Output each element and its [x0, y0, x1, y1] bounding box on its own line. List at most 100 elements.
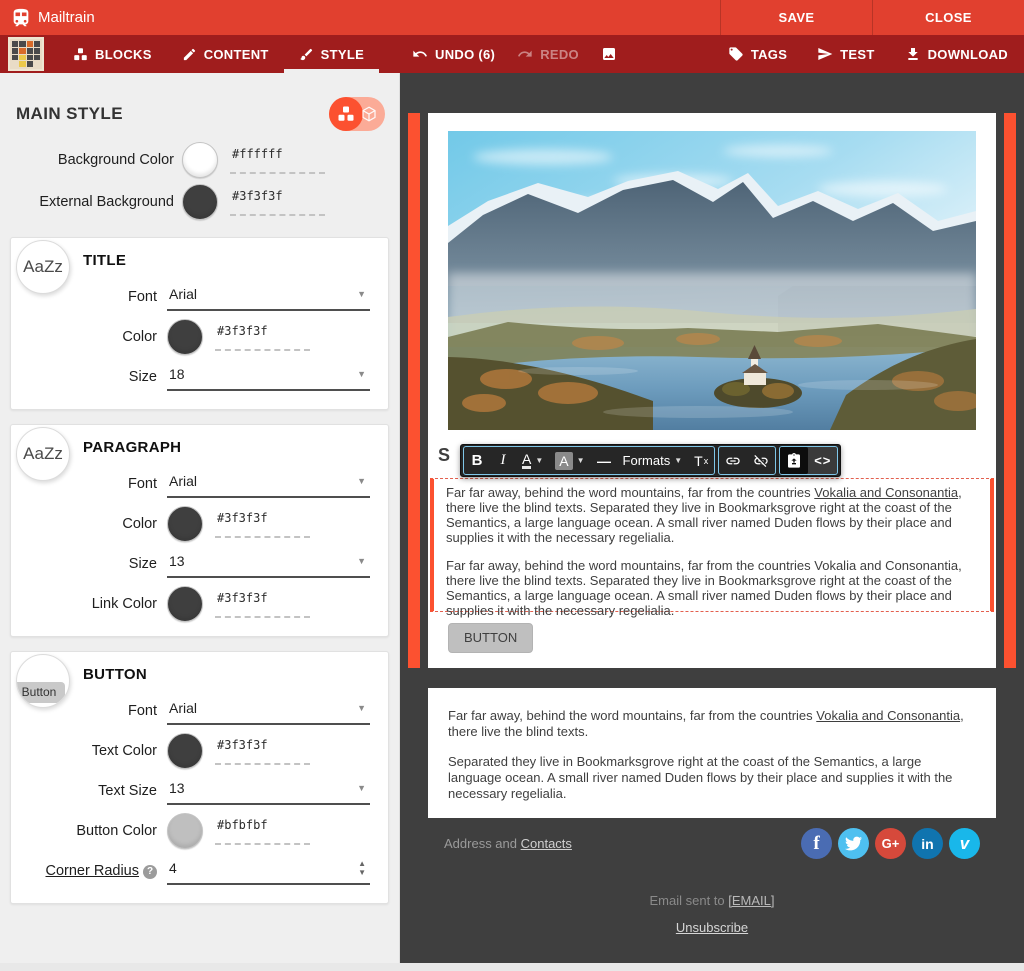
insert-link-button[interactable] [719, 447, 747, 474]
close-button[interactable]: CLOSE [872, 0, 1024, 35]
button-color-swatch[interactable] [167, 813, 203, 849]
email-token-link[interactable]: [EMAIL] [728, 893, 774, 908]
undo-button[interactable]: UNDO (6) [412, 46, 495, 62]
chevron-down-icon: ▼ [357, 476, 366, 486]
download-button[interactable]: DOWNLOAD [905, 46, 1008, 62]
chevron-down-icon[interactable]: ▼ [535, 456, 543, 465]
cube-icon[interactable] [360, 105, 378, 123]
text-color-button[interactable]: A▼ [516, 447, 549, 474]
title-size-select[interactable]: 18▼ [167, 364, 370, 391]
title-color-swatch[interactable] [167, 319, 203, 355]
edit-toolbar: BLOCKS CONTENT STYLE UNDO (6) REDO [0, 35, 1024, 73]
button-color-hex-input[interactable]: #bfbfbf [215, 818, 310, 845]
paragraph-2[interactable]: Far far away, behind the word mountains,… [446, 558, 978, 618]
corner-radius-input[interactable]: 4 ▲ ▼ [167, 858, 370, 885]
stepper-down-icon[interactable]: ▼ [358, 869, 366, 876]
button-section-heading: BUTTON [83, 666, 370, 683]
top-actions: SAVE CLOSE [720, 0, 1024, 35]
help-icon[interactable]: ? [143, 865, 157, 879]
save-button[interactable]: SAVE [720, 0, 872, 35]
paper-plane-icon [817, 46, 833, 62]
tags-button[interactable]: TAGS [728, 46, 787, 62]
background-color-hex-input[interactable]: #ffffff [230, 147, 325, 174]
history-actions: UNDO (6) REDO [412, 46, 617, 62]
vokalia-link[interactable]: Vokalia and Consonantia [816, 708, 960, 723]
remove-link-button[interactable] [747, 447, 775, 474]
paragraph-1[interactable]: Far far away, behind the word mountains,… [446, 485, 978, 545]
paragraph-font-select[interactable]: Arial▼ [167, 471, 370, 498]
external-background-swatch[interactable] [182, 184, 218, 220]
button-text-size-select[interactable]: 13▼ [167, 778, 370, 805]
unsubscribe-link[interactable]: Unsubscribe [676, 920, 748, 935]
blocks-mode-icon[interactable] [329, 97, 363, 131]
title-color-hex-input[interactable]: #3f3f3f [215, 324, 310, 351]
gallery-button[interactable] [601, 46, 617, 62]
tab-blocks[interactable]: BLOCKS [58, 35, 167, 73]
paragraph-preview-badge: AaZz [16, 427, 70, 481]
external-background-row: External Background #3f3f3f [0, 181, 399, 223]
chevron-down-icon: ▼ [357, 289, 366, 299]
paragraph-4[interactable]: Separated they live in Bookmarksgrove ri… [448, 754, 976, 802]
clear-formatting-button[interactable]: Tx [688, 447, 714, 474]
facebook-icon[interactable]: f [801, 828, 832, 859]
email-cta-button[interactable]: BUTTON [448, 623, 533, 653]
image-icon [601, 46, 617, 62]
vimeo-icon[interactable]: v [949, 828, 980, 859]
template-thumbnail [8, 37, 44, 71]
chevron-down-icon: ▼ [357, 556, 366, 566]
paragraph-link-color-hex-input[interactable]: #3f3f3f [215, 591, 310, 618]
block-selection-bar-left [408, 113, 420, 668]
button-preview-badge: Button [16, 654, 70, 708]
title-preview-badge: AaZz [16, 240, 70, 294]
stepper-up-icon[interactable]: ▲ [358, 860, 366, 867]
title-style-card: AaZz TITLE Font Arial▼ Color #3f3f3f Siz… [10, 237, 389, 410]
selected-text-block[interactable]: Far far away, behind the word mountains,… [430, 478, 994, 612]
format-group: B I A▼ A▼ — Formats▼ Tx [463, 446, 715, 475]
mailtrain-template-editor: Mailtrain SAVE CLOSE BLOCKS CONTENT [0, 0, 1024, 971]
formats-dropdown[interactable]: Formats▼ [617, 447, 689, 474]
paragraph-size-select[interactable]: 13▼ [167, 551, 370, 578]
email-main-block[interactable]: S B I A▼ A▼ — Formats▼ Tx [428, 113, 996, 668]
external-background-hex-input[interactable]: #3f3f3f [230, 189, 325, 216]
button-text-color-swatch[interactable] [167, 733, 203, 769]
corner-radius-stepper: ▲ ▼ [358, 860, 366, 876]
cubes-icon [73, 47, 88, 62]
button-text-color-hex-input[interactable]: #3f3f3f [215, 738, 310, 765]
chevron-down-icon[interactable]: ▼ [577, 456, 585, 465]
tab-content[interactable]: CONTENT [167, 35, 284, 73]
paragraph-link-color-swatch[interactable] [167, 586, 203, 622]
paragraph-3[interactable]: Far far away, behind the word mountains,… [448, 708, 976, 740]
googleplus-icon[interactable]: G+ [875, 828, 906, 859]
paste-button[interactable] [780, 447, 808, 474]
paragraph-style-card: AaZz PARAGRAPH Font Arial▼ Color #3f3f3f… [10, 424, 389, 637]
chevron-down-icon: ▼ [357, 783, 366, 793]
paragraph-color-hex-input[interactable]: #3f3f3f [215, 511, 310, 538]
bold-button[interactable]: B [464, 447, 490, 474]
vokalia-link[interactable]: Vokalia and Consonantia [814, 485, 958, 500]
top-bar: Mailtrain SAVE CLOSE [0, 0, 1024, 35]
test-button[interactable]: TEST [817, 46, 874, 62]
horizontal-rule-button[interactable]: — [591, 447, 617, 474]
linkedin-icon[interactable]: in [912, 828, 943, 859]
highlight-color-button[interactable]: A▼ [549, 447, 590, 474]
redo-button[interactable]: REDO [517, 46, 579, 62]
source-code-button[interactable]: <> [808, 447, 837, 474]
background-color-swatch[interactable] [182, 142, 218, 178]
twitter-icon[interactable] [838, 828, 869, 859]
bottom-strip [0, 963, 1024, 971]
paragraph-color-swatch[interactable] [167, 506, 203, 542]
title-font-select[interactable]: Arial▼ [167, 284, 370, 311]
italic-button[interactable]: I [490, 447, 516, 474]
email-sent-line: Email sent to [EMAIL] [428, 893, 996, 908]
output-actions: TAGS TEST DOWNLOAD [728, 46, 1024, 62]
contacts-link[interactable]: Contacts [521, 836, 572, 851]
chevron-down-icon: ▼ [357, 369, 366, 379]
button-font-select[interactable]: Arial▼ [167, 698, 370, 725]
paragraph-section-heading: PARAGRAPH [83, 439, 370, 456]
social-icons: f G+ in v [801, 828, 980, 859]
email-text-block[interactable]: Far far away, behind the word mountains,… [428, 688, 996, 818]
hero-lake-image[interactable] [448, 131, 976, 430]
blocks-global-toggle[interactable] [329, 97, 385, 131]
pencil-icon [182, 47, 197, 62]
tab-style[interactable]: STYLE [284, 35, 379, 73]
